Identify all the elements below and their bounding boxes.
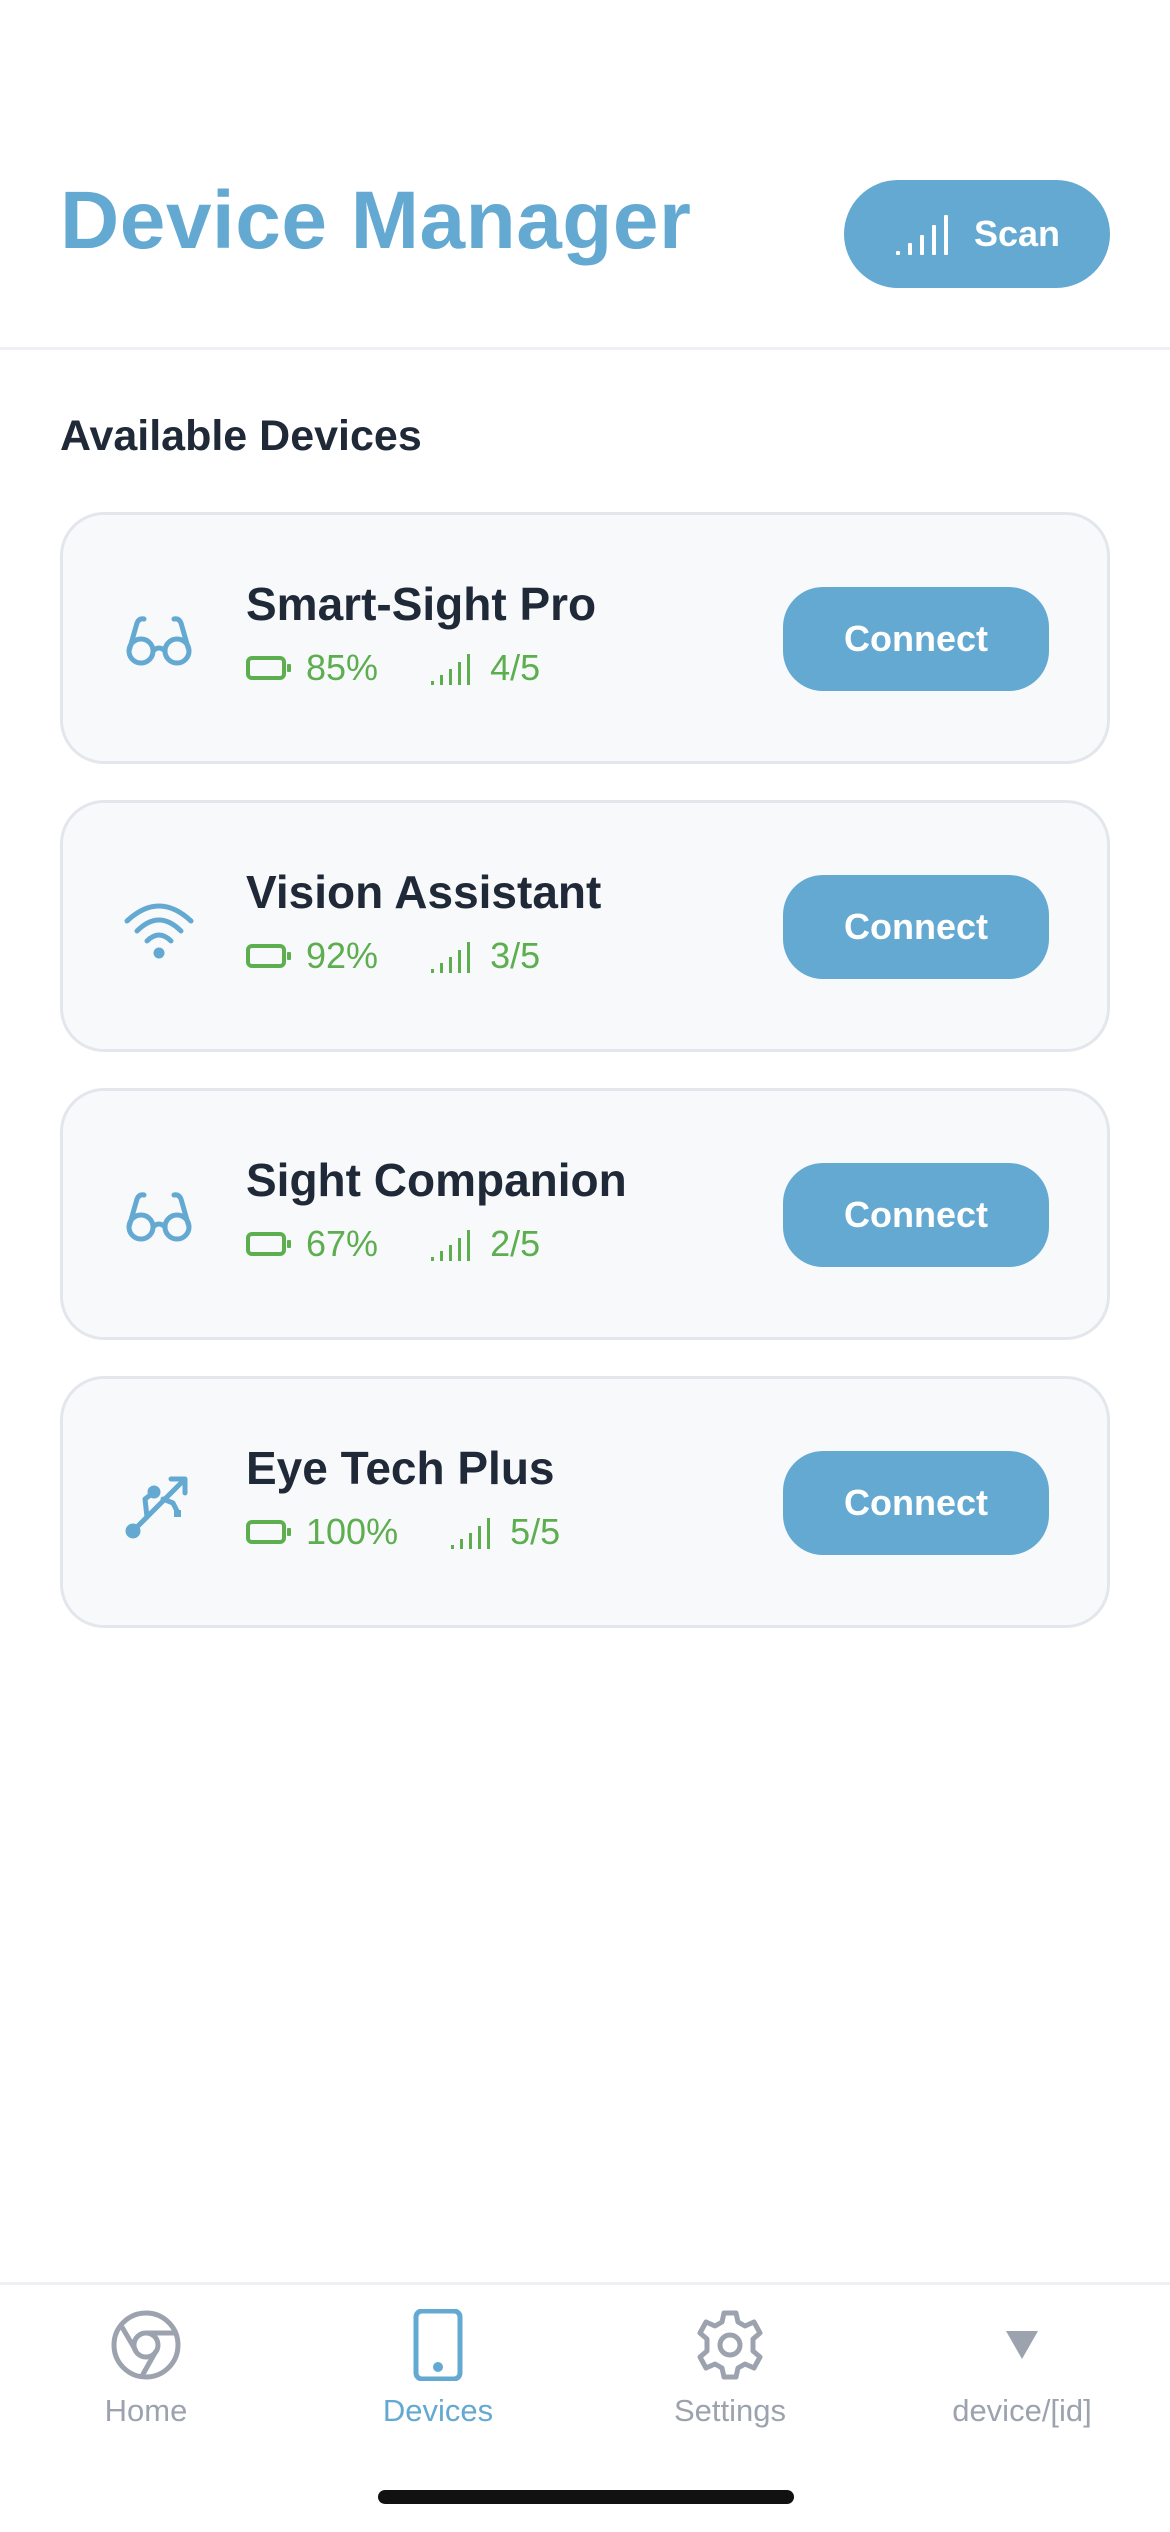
battery-icon (246, 1520, 291, 1544)
tab-label: device/[id] (952, 2393, 1092, 2428)
signal-value: 2/5 (490, 1223, 541, 1264)
glasses-icon (123, 1181, 195, 1253)
device-card: Sight Companion 67% 2/5 Connect (60, 1088, 1110, 1340)
device-card: Smart-Sight Pro 85% 4/5 Connect (60, 512, 1110, 764)
battery-stat: 100% (246, 1511, 398, 1553)
home-indicator (378, 2490, 794, 2504)
signal-icon (895, 215, 948, 255)
section-title: Available Devices (60, 412, 422, 460)
tab-label: Devices (382, 2393, 494, 2428)
battery-icon (246, 944, 291, 968)
battery-icon (246, 1232, 291, 1256)
battery-value: 92% (306, 935, 379, 976)
connect-button[interactable]: Connect (783, 1451, 1049, 1555)
device-stats: 85% 4/5 (246, 647, 540, 689)
signal-stat: 4/5 (430, 647, 540, 689)
device-name: Eye Tech Plus (246, 1442, 555, 1494)
phone-icon (402, 2309, 474, 2381)
device-card: Vision Assistant 92% 3/5 Connect (60, 800, 1110, 1052)
signal-stat: 2/5 (430, 1223, 540, 1265)
signal-value: 5/5 (510, 1511, 561, 1552)
signal-value: 4/5 (490, 647, 541, 688)
header: Device Manager Scan (0, 0, 1170, 350)
battery-icon (246, 656, 291, 680)
signal-stat: 5/5 (450, 1511, 560, 1553)
screen: Device Manager Scan Available Devices Sm… (0, 0, 1170, 2532)
chrome-icon (110, 2309, 182, 2381)
signal-icon (431, 654, 471, 685)
device-stats: 100% 5/5 (246, 1511, 560, 1553)
usb-icon (123, 1469, 195, 1541)
device-card: Eye Tech Plus 100% 5/5 Connect (60, 1376, 1110, 1628)
gear-icon (694, 2309, 766, 2381)
page-title: Device Manager (60, 175, 692, 266)
device-name: Vision Assistant (246, 866, 602, 918)
connect-button[interactable]: Connect (783, 587, 1049, 691)
glasses-icon (123, 605, 195, 677)
device-stats: 92% 3/5 (246, 935, 540, 977)
device-name: Smart-Sight Pro (246, 578, 597, 630)
device-stats: 67% 2/5 (246, 1223, 540, 1265)
battery-value: 100% (306, 1511, 399, 1552)
signal-stat: 3/5 (430, 935, 540, 977)
wifi-icon (123, 893, 195, 965)
signal-icon (451, 1518, 491, 1549)
tab-label: Settings (673, 2393, 786, 2428)
battery-stat: 85% (246, 647, 378, 689)
connect-button[interactable]: Connect (783, 1163, 1049, 1267)
battery-value: 67% (306, 1223, 379, 1264)
signal-icon (431, 942, 471, 973)
tab-devices[interactable]: Devices (292, 2285, 584, 2435)
battery-stat: 67% (246, 1223, 378, 1265)
connect-button[interactable]: Connect (783, 875, 1049, 979)
device-list: Smart-Sight Pro 85% 4/5 Connect Vision A… (60, 512, 1110, 1664)
signal-icon (431, 1230, 471, 1261)
battery-stat: 92% (246, 935, 378, 977)
device-name: Sight Companion (246, 1154, 627, 1206)
tab-label: Home (104, 2393, 188, 2428)
signal-value: 3/5 (490, 935, 541, 976)
tab-home[interactable]: Home (0, 2285, 292, 2435)
tab-device-id[interactable]: device/[id] (876, 2285, 1168, 2435)
scan-label: Scan (973, 213, 1061, 254)
scan-button[interactable]: Scan (844, 180, 1110, 288)
triangle-down-icon (986, 2309, 1058, 2381)
battery-value: 85% (306, 647, 379, 688)
tab-settings[interactable]: Settings (584, 2285, 876, 2435)
